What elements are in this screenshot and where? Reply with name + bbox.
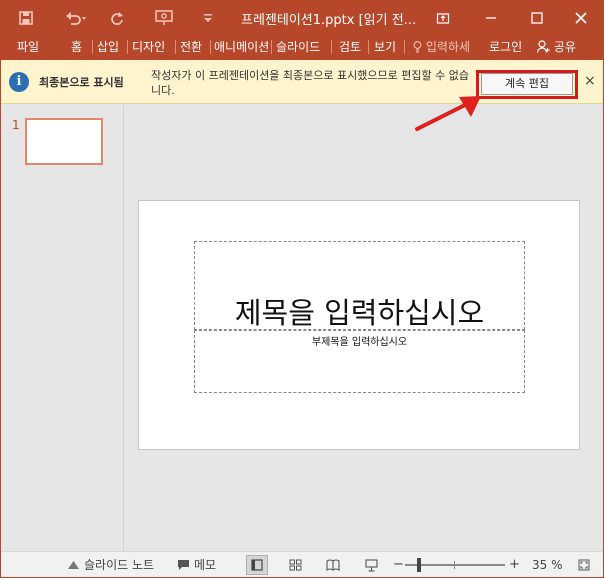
sign-in-link[interactable]: 로그인 bbox=[489, 34, 522, 60]
undo-icon[interactable] bbox=[59, 1, 93, 34]
person-add-icon bbox=[536, 40, 554, 54]
tab-divider bbox=[331, 40, 332, 54]
slide-canvas[interactable]: 제목을 입력하십시오 부제목을 입력하십시오 bbox=[138, 200, 580, 450]
info-icon: i bbox=[9, 72, 29, 92]
message-title: 최종본으로 표시됨 bbox=[39, 76, 124, 89]
tab-file[interactable]: 파일 bbox=[17, 34, 39, 60]
subtitle-placeholder-text: 부제목을 입력하십시오 bbox=[311, 337, 408, 348]
annotation-arrow-icon bbox=[415, 96, 481, 131]
normal-view-icon[interactable] bbox=[246, 555, 268, 575]
window-title: 프레젠테이션1.pptx [읽기 전... bbox=[241, 13, 417, 28]
subtitle-placeholder[interactable]: 부제목을 입력하십시오 bbox=[194, 330, 525, 393]
share-label: 공유 bbox=[553, 40, 576, 54]
tell-me-search[interactable]: 입력하세 bbox=[413, 34, 470, 60]
redo-icon[interactable] bbox=[105, 1, 129, 34]
slide-thumbnail-pane: 1 bbox=[1, 105, 124, 551]
zoom-in-button[interactable]: + bbox=[509, 552, 520, 577]
zoom-slider-thumb[interactable] bbox=[416, 558, 421, 572]
tab-divider bbox=[404, 40, 405, 54]
minimize-icon[interactable] bbox=[469, 1, 513, 34]
presentation-icon[interactable] bbox=[151, 1, 177, 34]
title-placeholder-text: 제목을 입력하십시오 bbox=[234, 296, 485, 330]
zoom-percent[interactable]: 35 % bbox=[532, 552, 563, 577]
tab-home[interactable]: 홈 bbox=[71, 34, 82, 60]
slide-sorter-icon[interactable] bbox=[284, 555, 306, 575]
lightbulb-icon bbox=[413, 40, 426, 54]
tell-me-label: 입력하세 bbox=[425, 40, 470, 54]
slide-number: 1 bbox=[12, 118, 20, 132]
tab-divider bbox=[271, 40, 272, 54]
slideshow-view-icon[interactable] bbox=[360, 555, 382, 575]
tab-slideshow[interactable]: 슬라이드 bbox=[276, 34, 320, 60]
reading-view-icon[interactable] bbox=[322, 555, 344, 575]
tab-divider bbox=[92, 40, 93, 54]
powerpoint-window: 프레젠테이션1.pptx [읽기 전... 파일 홈 삽입 디자인 전환 애니메… bbox=[0, 0, 604, 578]
maximize-icon[interactable] bbox=[515, 1, 559, 34]
tab-insert[interactable]: 삽입 bbox=[97, 34, 119, 60]
message-close-icon[interactable]: × bbox=[584, 73, 596, 89]
notes-icon bbox=[67, 560, 80, 570]
ribbon-tabs: 파일 홈 삽입 디자인 전환 애니메이션 슬라이드 검토 보기 입력하세 로그인… bbox=[1, 34, 603, 60]
tab-divider bbox=[127, 40, 128, 54]
slide-editor: 제목을 입력하십시오 부제목을 입력하십시오 bbox=[125, 105, 603, 551]
slide-thumbnail[interactable] bbox=[25, 118, 103, 165]
title-bar: 프레젠테이션1.pptx [읽기 전... bbox=[1, 1, 603, 34]
comment-icon bbox=[177, 559, 190, 571]
restore-icon[interactable] bbox=[421, 1, 465, 34]
comments-label: 메모 bbox=[194, 558, 217, 572]
zoom-slider[interactable] bbox=[405, 558, 505, 572]
zoom-out-button[interactable]: − bbox=[393, 552, 404, 577]
tab-divider bbox=[175, 40, 176, 54]
title-placeholder[interactable]: 제목을 입력하십시오 bbox=[194, 241, 525, 330]
tab-transitions[interactable]: 전환 bbox=[180, 34, 202, 60]
save-icon[interactable] bbox=[13, 1, 39, 34]
tab-animations[interactable]: 애니메이션 bbox=[214, 34, 269, 60]
tab-design[interactable]: 디자인 bbox=[132, 34, 165, 60]
edit-anyway-button[interactable]: 계속 편집 bbox=[481, 73, 573, 95]
tab-divider bbox=[210, 40, 211, 54]
notes-label: 슬라이드 노트 bbox=[84, 558, 155, 572]
status-bar: 슬라이드 노트 메모 − + 35 % bbox=[1, 551, 603, 577]
fit-to-window-icon[interactable] bbox=[573, 555, 595, 575]
zoom-center-mark bbox=[454, 561, 455, 569]
tab-review[interactable]: 검토 bbox=[339, 34, 361, 60]
tab-divider bbox=[368, 40, 369, 54]
share-button[interactable]: 공유 bbox=[536, 34, 576, 60]
comments-button[interactable]: 메모 bbox=[177, 552, 217, 577]
customize-icon[interactable] bbox=[197, 1, 219, 34]
notes-button[interactable]: 슬라이드 노트 bbox=[67, 552, 155, 577]
close-icon[interactable] bbox=[559, 1, 603, 34]
marked-as-final-bar: i 최종본으로 표시됨 작성자가 이 프레젠테이션을 최종본으로 표시했으므로 … bbox=[1, 60, 603, 104]
tab-view[interactable]: 보기 bbox=[374, 34, 396, 60]
